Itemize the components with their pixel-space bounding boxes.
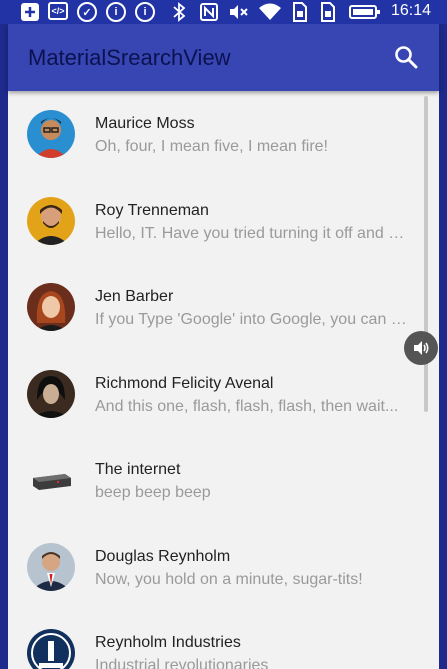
contact-message: Industrial revolutionaries (95, 657, 269, 669)
bluetooth-icon (172, 2, 186, 22)
battery-icon (349, 2, 381, 22)
contact-name: Reynholm Industries (95, 634, 241, 651)
avatar (27, 542, 75, 591)
volume-icon[interactable] (404, 331, 438, 365)
contact-list[interactable]: Maurice Moss Oh, four, I mean five, I me… (8, 91, 439, 669)
contact-message: Hello, IT. Have you tried turning it off… (95, 224, 411, 242)
app-bar: MaterialSrearchView (8, 24, 439, 91)
search-icon[interactable] (393, 44, 419, 70)
contact-message: beep beep beep (95, 484, 211, 501)
wifi-icon (258, 2, 282, 22)
info-circle-icon: i (106, 2, 126, 22)
nfc-icon (199, 2, 219, 22)
list-item[interactable]: Richmond Felicity Avenal And this one, f… (8, 351, 439, 438)
contact-message: And this one, flash, flash, flash, then … (95, 397, 399, 415)
list-item[interactable]: Reynholm Industries Industrial revolutio… (8, 610, 439, 669)
sim-icon (292, 2, 308, 22)
avatar (27, 629, 75, 669)
mute-icon (228, 2, 250, 22)
contact-message: If you Type 'Google' into Google, you ca… (95, 311, 411, 328)
avatar (27, 369, 75, 418)
avatar (27, 283, 75, 331)
avatar (27, 110, 75, 158)
contact-name: Richmond Felicity Avenal (95, 374, 274, 392)
list-item[interactable]: Roy Trenneman Hello, IT. Have you tried … (8, 178, 439, 265)
avatar (27, 456, 75, 504)
contact-name: The internet (95, 461, 181, 478)
sim-icon (320, 2, 336, 22)
contact-name: Douglas Reynholm (95, 547, 231, 565)
check-circle-icon: ✓ (77, 2, 97, 22)
list-item[interactable]: The internet beep beep beep (8, 437, 439, 524)
avatar (27, 196, 75, 245)
app-title: MaterialSrearchView (28, 45, 231, 70)
contact-name: Maurice Moss (95, 115, 195, 132)
contact-name: Jen Barber (95, 288, 174, 305)
status-time: 16:14 (390, 2, 431, 19)
code-icon: </> (48, 2, 68, 20)
list-item[interactable]: Douglas Reynholm Now, you hold on a minu… (8, 524, 439, 611)
contact-message: Oh, four, I mean five, I mean fire! (95, 138, 328, 155)
add-box-icon (20, 2, 40, 22)
contact-name: Roy Trenneman (95, 201, 209, 219)
list-item[interactable]: Maurice Moss Oh, four, I mean five, I me… (8, 91, 439, 178)
app-window: Maurice Moss Oh, four, I mean five, I me… (8, 0, 439, 669)
list-item[interactable]: Jen Barber If you Type 'Google' into Goo… (8, 264, 439, 351)
info-circle-icon: i (135, 2, 155, 22)
status-bar: </> ✓ i i 16:14 (0, 0, 447, 24)
contact-message: Now, you hold on a minute, sugar-tits! (95, 570, 363, 588)
